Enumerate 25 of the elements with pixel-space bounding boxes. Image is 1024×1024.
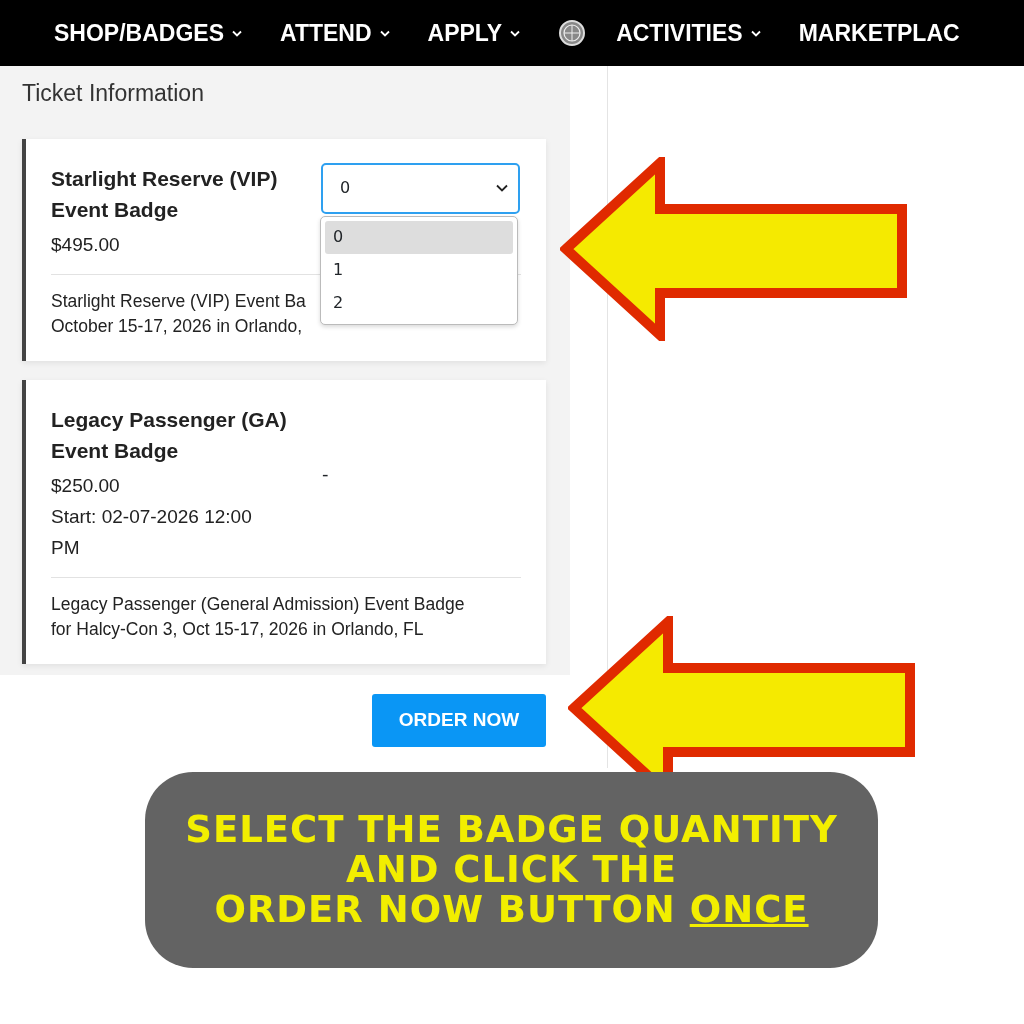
callout-text: ORDER NOW BUTTON ONCE [214, 890, 809, 930]
ticket-description: Legacy Passenger (General Admission) Event Badge for Halcy-Con 3, Oct 15-17, 2026 in Orlando, FL [51, 576, 521, 664]
dropdown-option[interactable]: 0 [325, 220, 513, 254]
nav-link[interactable]: ATTEND [280, 15, 390, 51]
ticket-price: $250.00 [51, 473, 120, 498]
caret-icon [379, 29, 390, 37]
nav-link[interactable]: ACTIVITIES [616, 15, 761, 51]
caret-icon [232, 29, 242, 37]
nav-link[interactable]: APPLY [427, 15, 521, 51]
nav-link[interactable]: SHOP/BADGES [54, 15, 242, 51]
ticket-price: $495.00 [51, 232, 120, 257]
chevron-icon [496, 184, 508, 192]
caret-icon [510, 29, 521, 37]
quantity-text: - [322, 461, 329, 486]
callout-text: AND CLICK THE [346, 850, 677, 890]
quantity-select[interactable]: 0 [321, 162, 520, 214]
ticket-name: Starlight Reserve (VIP) Event Badge [51, 165, 279, 223]
ticket-name: Legacy Passenger (GA) Event Badge [51, 406, 288, 464]
caret-icon [750, 29, 761, 37]
nav-link[interactable]: MARKETPLAC [798, 15, 960, 51]
callout-text: SELECT THE BADGE QUANTITY [185, 810, 838, 850]
logo-icon[interactable] [558, 19, 587, 47]
dropdown-option[interactable]: 2 [325, 286, 513, 320]
section-title: Ticket Information [22, 79, 205, 108]
ticket-start: Start: 02-07-2026 12:00 PM [51, 504, 253, 560]
